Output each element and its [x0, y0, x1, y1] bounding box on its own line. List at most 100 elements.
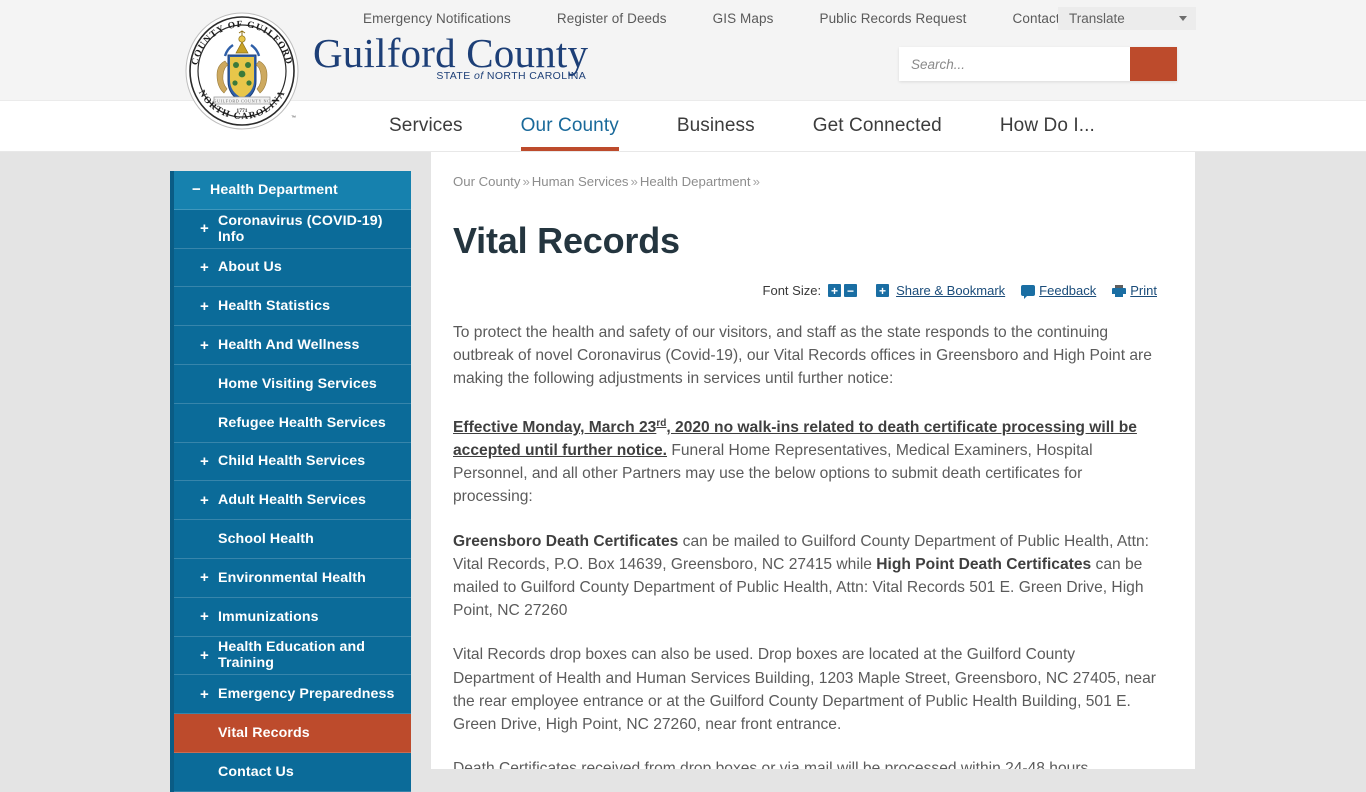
font-increase-icon[interactable]: + — [828, 284, 842, 297]
sidebar-item-label: Home Visiting Services — [218, 375, 377, 392]
printer-icon — [1112, 284, 1127, 297]
paragraph-effective-notice: Effective Monday, March 23rd, 2020 no wa… — [453, 412, 1157, 509]
sidebar-item-health-department[interactable]: − Health Department — [174, 171, 411, 210]
expand-plus-icon[interactable]: + — [200, 298, 216, 315]
speech-bubble-icon — [1021, 285, 1036, 299]
share-bookmark-control[interactable]: + Share & Bookmark — [876, 283, 1005, 298]
sidebar-item-health-statistics[interactable]: + Health Statistics — [174, 287, 411, 327]
sidebar-item-label: Health And Wellness — [218, 337, 360, 354]
expand-plus-icon[interactable]: + — [200, 608, 216, 625]
expand-plus-icon[interactable]: + — [200, 647, 216, 664]
sidebar-item-refugee-health-services[interactable]: Refugee Health Services — [174, 403, 411, 443]
sidebar-item-adult-health-services[interactable]: + Adult Health Services — [174, 481, 411, 521]
font-size-controls: Font Size: + − — [763, 283, 861, 298]
print-link[interactable]: Print — [1130, 283, 1157, 298]
breadcrumb-link-health-department[interactable]: Health Department — [640, 174, 751, 189]
sidebar-item-home-visiting-services[interactable]: Home Visiting Services — [174, 364, 411, 404]
breadcrumb-link-our-county[interactable]: Our County — [453, 174, 520, 189]
sidebar-item-immunizations[interactable]: + Immunizations — [174, 597, 411, 637]
main-content-panel: Our County» Human Services» Health Departm… — [431, 152, 1195, 769]
translate-label: Translate — [1069, 11, 1125, 26]
sidebar-item-label: Health Statistics — [218, 298, 331, 315]
sidebar-item-label: Environmental Health — [218, 569, 366, 586]
sidebar-item-label: Adult Health Services — [218, 492, 366, 509]
utility-link-gis-maps[interactable]: GIS Maps — [690, 11, 797, 26]
breadcrumb-link-human-services[interactable]: Human Services — [532, 174, 629, 189]
sidebar-item-label: Child Health Services — [218, 453, 366, 470]
paragraph-processing-time: Death Certificates received from drop bo… — [453, 757, 1157, 769]
paragraph-intro: To protect the health and safety of our … — [453, 324, 1152, 388]
effective-date-text: Effective Monday, March 23 — [453, 418, 657, 436]
share-bookmark-link[interactable]: Share & Bookmark — [896, 283, 1005, 298]
expand-plus-icon[interactable]: + — [200, 220, 216, 237]
sidebar-item-about-us[interactable]: + About Us — [174, 248, 411, 288]
sidebar-item-label: Contact Us — [218, 763, 294, 780]
sidebar-item-coronavirus-covid-19-info[interactable]: + Coronavirus (COVID-19) Info — [174, 209, 411, 249]
sidebar-item-health-and-wellness[interactable]: + Health And Wellness — [174, 326, 411, 365]
county-seal-logo[interactable]: COUNTY OF GUILFORD NORTH CAROLINA GUILFO… — [183, 9, 301, 131]
sidebar-item-label: Emergency Preparedness — [218, 686, 395, 703]
search-input[interactable] — [899, 47, 1130, 81]
feedback-control[interactable]: Feedback — [1021, 283, 1096, 299]
sidebar-item-health-education-and-training[interactable]: + Health Education and Training — [174, 636, 411, 676]
expand-plus-icon[interactable]: + — [200, 453, 216, 470]
breadcrumb-separator: » — [630, 174, 638, 189]
site-search — [899, 47, 1177, 81]
font-size-label: Font Size: — [762, 283, 822, 298]
ordinal-suffix: rd — [656, 417, 667, 429]
breadcrumb-separator: » — [522, 174, 530, 189]
search-submit-button[interactable] — [1130, 47, 1177, 81]
sidebar-item-child-health-services[interactable]: + Child Health Services — [174, 442, 411, 482]
site-header: COUNTY OF GUILFORD NORTH CAROLINA GUILFO… — [0, 0, 1366, 130]
sidebar-item-label: Vital Records — [218, 725, 310, 742]
font-decrease-icon[interactable]: − — [844, 284, 858, 297]
nav-item-business[interactable]: Business — [648, 101, 784, 151]
svg-text:GUILFORD COUNTY NC: GUILFORD COUNTY NC — [213, 98, 270, 103]
sidebar-item-emergency-preparedness[interactable]: + Emergency Preparedness — [174, 675, 411, 715]
utility-link-register-of-deeds[interactable]: Register of Deeds — [534, 11, 690, 26]
expand-plus-icon[interactable]: + — [200, 259, 216, 276]
sidebar-item-label: Health Education and Training — [218, 639, 366, 672]
sidebar-item-school-health[interactable]: School Health — [174, 520, 411, 559]
translate-dropdown[interactable]: Translate — [1058, 7, 1196, 30]
breadcrumb-separator: » — [752, 174, 760, 189]
utility-link-emergency-notifications[interactable]: Emergency Notifications — [340, 11, 534, 26]
sidebar-item-label: Health Department — [210, 181, 338, 198]
sidebar-item-label: Immunizations — [218, 608, 319, 625]
paragraph-drop-boxes: Vital Records drop boxes can also be use… — [453, 646, 1156, 734]
share-plus-icon[interactable]: + — [876, 284, 890, 297]
paragraph-mailing-addresses: Greensboro Death Certificates can be mai… — [453, 530, 1157, 623]
expand-plus-icon[interactable]: + — [200, 492, 216, 509]
chevron-down-icon — [1179, 16, 1187, 21]
expand-plus-icon[interactable]: + — [200, 337, 216, 354]
expand-plus-icon[interactable]: + — [200, 569, 216, 586]
svg-text:™: ™ — [291, 115, 296, 121]
page-body: − Health Department + Coronavirus (COVID… — [0, 152, 1366, 792]
feedback-link[interactable]: Feedback — [1039, 283, 1096, 298]
breadcrumb: Our County» Human Services» Health Departm… — [453, 174, 1157, 189]
sidebar-item-contact-us[interactable]: Contact Us — [174, 752, 411, 792]
utility-link-public-records-request[interactable]: Public Records Request — [796, 11, 989, 26]
sidebar-item-vital-records[interactable]: Vital Records — [174, 714, 411, 753]
greensboro-death-certificates-label: Greensboro Death Certificates — [453, 532, 679, 550]
wordmark-title: Guilford County — [313, 30, 589, 76]
sidebar-item-label: About Us — [218, 259, 282, 276]
sidebar-item-environmental-health[interactable]: + Environmental Health — [174, 558, 411, 598]
nav-item-get-connected[interactable]: Get Connected — [784, 101, 971, 151]
nav-item-services[interactable]: Services — [360, 101, 492, 151]
site-wordmark[interactable]: Guilford County STATE of NORTH CAROLINA — [313, 30, 589, 83]
svg-text:1771: 1771 — [236, 108, 247, 114]
sidebar-item-label: Refugee Health Services — [218, 414, 386, 431]
article-body: To protect the health and safety of our … — [453, 321, 1157, 769]
print-control[interactable]: Print — [1112, 283, 1157, 298]
nav-item-how-do-i[interactable]: How Do I... — [971, 101, 1124, 151]
utility-navigation: Emergency Notifications Register of Deed… — [340, 11, 1103, 26]
collapse-minus-icon[interactable]: − — [192, 181, 208, 198]
page-tools-toolbar: Font Size: + − + Share & Bookmark Feedba… — [453, 283, 1157, 299]
page-title: Vital Records — [453, 220, 680, 261]
expand-plus-icon[interactable]: + — [200, 686, 216, 703]
high-point-death-certificates-label: High Point Death Certificates — [876, 555, 1092, 573]
section-sidebar-navigation: − Health Department + Coronavirus (COVID… — [170, 171, 411, 792]
nav-item-our-county[interactable]: Our County — [492, 101, 648, 151]
sidebar-item-label: School Health — [218, 531, 314, 548]
